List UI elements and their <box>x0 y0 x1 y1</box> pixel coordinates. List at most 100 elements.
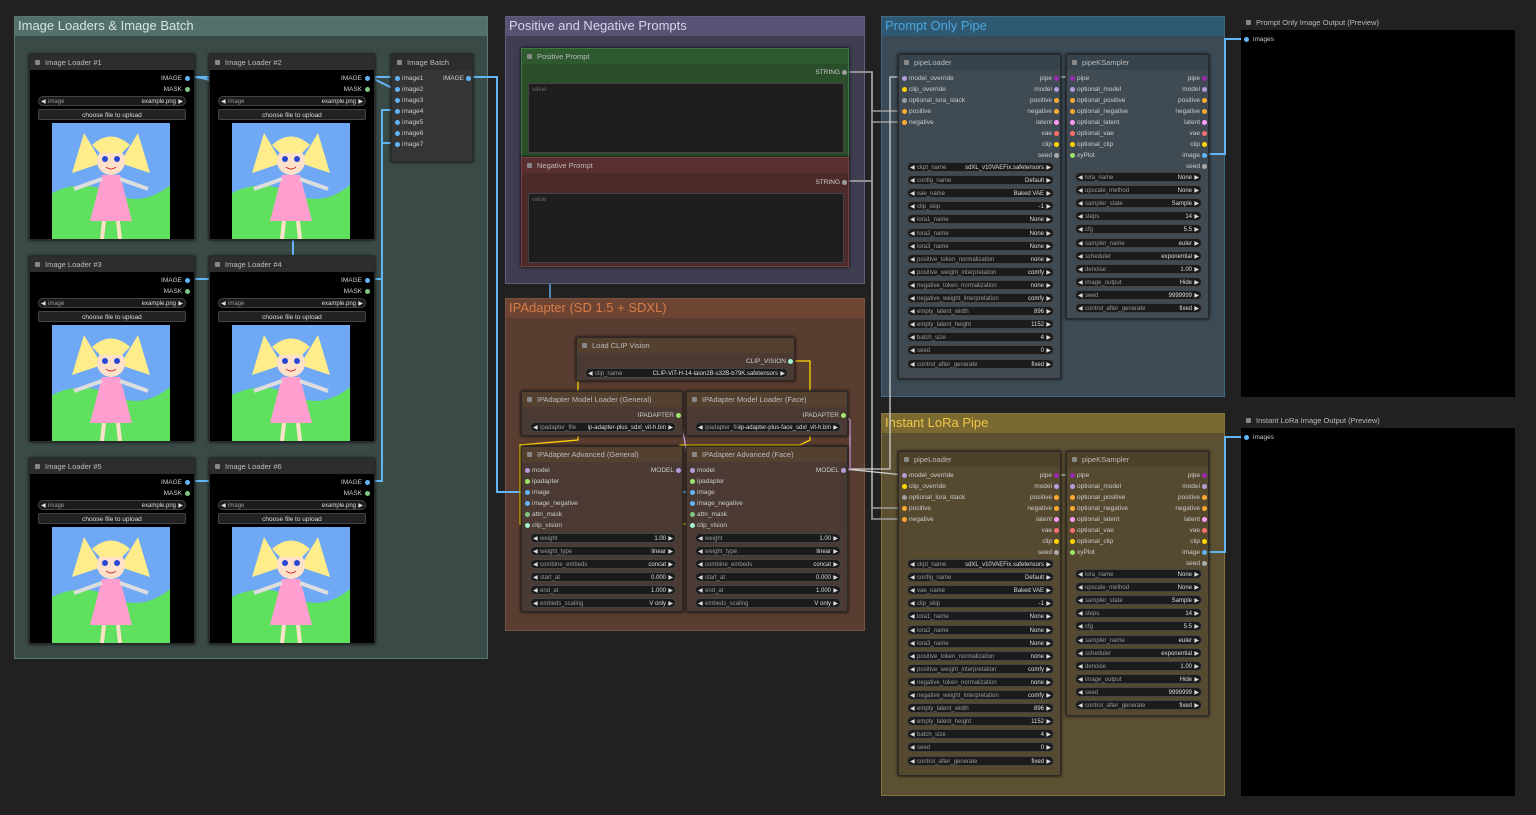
upload-button[interactable]: choose file to upload <box>38 513 186 524</box>
upload-button[interactable]: choose file to upload <box>218 513 366 524</box>
input-slot[interactable]: negative <box>902 514 934 525</box>
pipe-loader-node[interactable]: pipeLoader model_override clip_override opt… <box>898 54 1061 379</box>
upload-button[interactable]: choose file to upload <box>218 109 366 120</box>
param-widget[interactable]: ◀ weight_type linear ▶ <box>695 546 841 556</box>
output-slot[interactable]: negative <box>1150 503 1207 514</box>
param-widget[interactable]: ◀ vae_name Baked VAE ▶ <box>907 188 1054 199</box>
output-slot[interactable]: pipe <box>1002 470 1059 481</box>
output-slot[interactable]: latent <box>1150 117 1207 128</box>
param-widget[interactable]: ◀ seed 0 ▶ <box>907 345 1054 356</box>
input-image-slot[interactable]: image4 <box>395 106 423 117</box>
param-widget[interactable]: ◀ positive_weight_interpretation comfy ▶ <box>907 663 1054 674</box>
output-slot[interactable]: positive <box>1002 95 1059 106</box>
negative-prompt-textarea[interactable]: value <box>528 193 844 263</box>
param-widget[interactable]: ◀ sampler_name euler ▶ <box>1075 634 1202 645</box>
input-slot[interactable]: xyPlot <box>1070 547 1095 558</box>
input-slot[interactable]: optional_positive <box>1070 492 1125 503</box>
param-widget[interactable]: ◀ upscale_method None ▶ <box>1075 582 1202 593</box>
input-slot[interactable]: optional_lora_stack <box>902 95 965 106</box>
param-widget[interactable]: ◀ lora2_name None ▶ <box>907 624 1054 635</box>
input-slot[interactable]: attn_mask <box>690 509 727 520</box>
param-widget[interactable]: ◀ positive_token_normalization none ▶ <box>907 650 1054 661</box>
input-slot[interactable]: clip_override <box>902 84 946 95</box>
param-widget[interactable]: ◀ ckpt_name sdXL_v10VAEFix.safetensors ▶ <box>907 559 1054 569</box>
input-slot[interactable]: attn_mask <box>525 509 562 520</box>
output-slot[interactable]: image <box>1150 547 1207 558</box>
param-widget[interactable]: ◀ sampler_name euler ▶ <box>1075 237 1202 248</box>
pipe-ksampler-node[interactable]: pipeKSampler pipe optional_model optional_p… <box>1066 451 1209 716</box>
upload-button[interactable]: choose file to upload <box>218 311 366 322</box>
output-slot[interactable]: seed <box>1150 558 1207 569</box>
param-widget[interactable]: ◀ weight_type linear ▶ <box>530 546 676 556</box>
param-widget[interactable]: ◀ embeds_scaling V only ▶ <box>695 598 841 608</box>
input-slot[interactable]: ipadapter <box>525 476 559 487</box>
output-slot[interactable]: pipe <box>1150 73 1207 84</box>
param-widget[interactable]: ◀ start_at 0.000 ▶ <box>530 572 676 582</box>
output-image-slot[interactable]: IMAGE <box>312 275 370 286</box>
output-string-slot[interactable]: STRING <box>780 177 847 188</box>
prompt-only-output-node[interactable]: Prompt Only Image Output (Preview) image… <box>1241 15 1515 397</box>
image-loader-node[interactable]: Image Loader #1 IMAGE MASK ◀ image example.pn… <box>29 54 195 240</box>
input-slot[interactable]: optional_negative <box>1070 503 1128 514</box>
param-widget[interactable]: ◀ lora2_name None ▶ <box>907 227 1054 238</box>
output-slot[interactable]: pipe <box>1002 73 1059 84</box>
param-widget[interactable]: ◀ empty_latent_width 896 ▶ <box>907 306 1054 317</box>
image-select[interactable]: ◀ image example.png ▶ <box>38 298 186 308</box>
param-widget[interactable]: ◀ image_output Hide ▶ <box>1075 673 1202 684</box>
output-slot[interactable]: negative <box>1002 106 1059 117</box>
param-widget[interactable]: ◀ negative_token_normalization none ▶ <box>907 279 1054 290</box>
param-widget[interactable]: ◀ denoise 1.00 ▶ <box>1075 263 1202 274</box>
output-slot[interactable]: positive <box>1150 492 1207 503</box>
input-slot[interactable]: optional_positive <box>1070 95 1125 106</box>
input-image-slot[interactable]: image7 <box>395 139 423 150</box>
input-slot[interactable]: image <box>525 487 550 498</box>
output-mask-slot[interactable]: MASK <box>312 286 370 297</box>
input-image-slot[interactable]: image2 <box>395 84 423 95</box>
param-widget[interactable]: ◀ combine_embeds concat ▶ <box>530 559 676 569</box>
output-slot[interactable]: positive <box>1150 95 1207 106</box>
pipe-loader-node[interactable]: pipeLoader model_override clip_override opt… <box>898 451 1061 776</box>
output-clip-vision-slot[interactable]: CLIP_VISION <box>706 356 793 367</box>
param-widget[interactable]: ◀ lora1_name None ▶ <box>907 214 1054 225</box>
param-widget[interactable]: ◀ lora_name None ▶ <box>1075 172 1202 182</box>
image-loader-node[interactable]: Image Loader #2 IMAGE MASK ◀ image example.pn… <box>209 54 375 240</box>
output-model-slot[interactable]: MODEL <box>634 465 681 476</box>
input-slot[interactable]: optional_lora_stack <box>902 492 965 503</box>
output-image-slot[interactable]: IMAGE <box>132 73 190 84</box>
param-widget[interactable]: ◀ end_at 1.000 ▶ <box>695 585 841 595</box>
output-slot[interactable]: latent <box>1150 514 1207 525</box>
negative-prompt-node[interactable]: Negative Prompt STRING value <box>521 157 849 267</box>
param-widget[interactable]: ◀ empty_latent_height 1152 ▶ <box>907 319 1054 330</box>
input-images-slot[interactable]: images <box>1244 34 1274 45</box>
input-slot[interactable]: positive <box>902 106 931 117</box>
ipadapter-file-select[interactable]: ◀ ipadapter_file ip-adapter-plus_sdxl_vit-… <box>530 422 676 432</box>
ipadapter-advanced-general-node[interactable]: IPAdapter Advanced (General) model ipadapt… <box>521 446 683 612</box>
image-loader-node[interactable]: Image Loader #5 IMAGE MASK ◀ image example.pn… <box>29 458 195 644</box>
output-mask-slot[interactable]: MASK <box>132 488 190 499</box>
param-widget[interactable]: ◀ config_name Default ▶ <box>907 572 1054 583</box>
input-slot[interactable]: optional_clip <box>1070 536 1113 547</box>
input-slot[interactable]: ipadapter <box>690 476 724 487</box>
output-slot[interactable]: model <box>1002 481 1059 492</box>
param-widget[interactable]: ◀ clip_skip -1 ▶ <box>907 201 1054 212</box>
input-images-slot[interactable]: images <box>1244 432 1274 443</box>
instant-lora-output-node[interactable]: Instant LoRa Image Output (Preview) imag… <box>1241 413 1515 796</box>
param-widget[interactable]: ◀ vae_name Baked VAE ▶ <box>907 585 1054 596</box>
image-select[interactable]: ◀ image example.png ▶ <box>38 96 186 106</box>
input-image-slot[interactable]: image3 <box>395 95 423 106</box>
upload-button[interactable]: choose file to upload <box>38 311 186 322</box>
ipadapter-file-select[interactable]: ◀ ipadapter_file ip-adapter-plus-face_sdxl… <box>695 422 841 432</box>
ipadapter-loader-general-node[interactable]: IPAdapter Model Loader (General) IPADAPT… <box>521 391 683 436</box>
output-image-slot[interactable]: IMAGE <box>132 477 190 488</box>
input-slot[interactable]: model_override <box>902 73 954 84</box>
output-slot[interactable]: positive <box>1002 492 1059 503</box>
ipadapter-advanced-face-node[interactable]: IPAdapter Advanced (Face) model ipadapter i… <box>686 446 848 612</box>
output-slot[interactable]: vae <box>1002 525 1059 536</box>
input-slot[interactable]: optional_clip <box>1070 139 1113 150</box>
input-slot[interactable]: image_negative <box>690 498 743 509</box>
positive-prompt-textarea[interactable]: value <box>528 83 844 153</box>
output-slot[interactable]: clip <box>1150 139 1207 150</box>
input-slot[interactable]: clip_vision <box>690 520 727 531</box>
param-widget[interactable]: ◀ control_after_generate fixed ▶ <box>1075 700 1202 710</box>
param-widget[interactable]: ◀ upscale_method None ▶ <box>1075 185 1202 196</box>
